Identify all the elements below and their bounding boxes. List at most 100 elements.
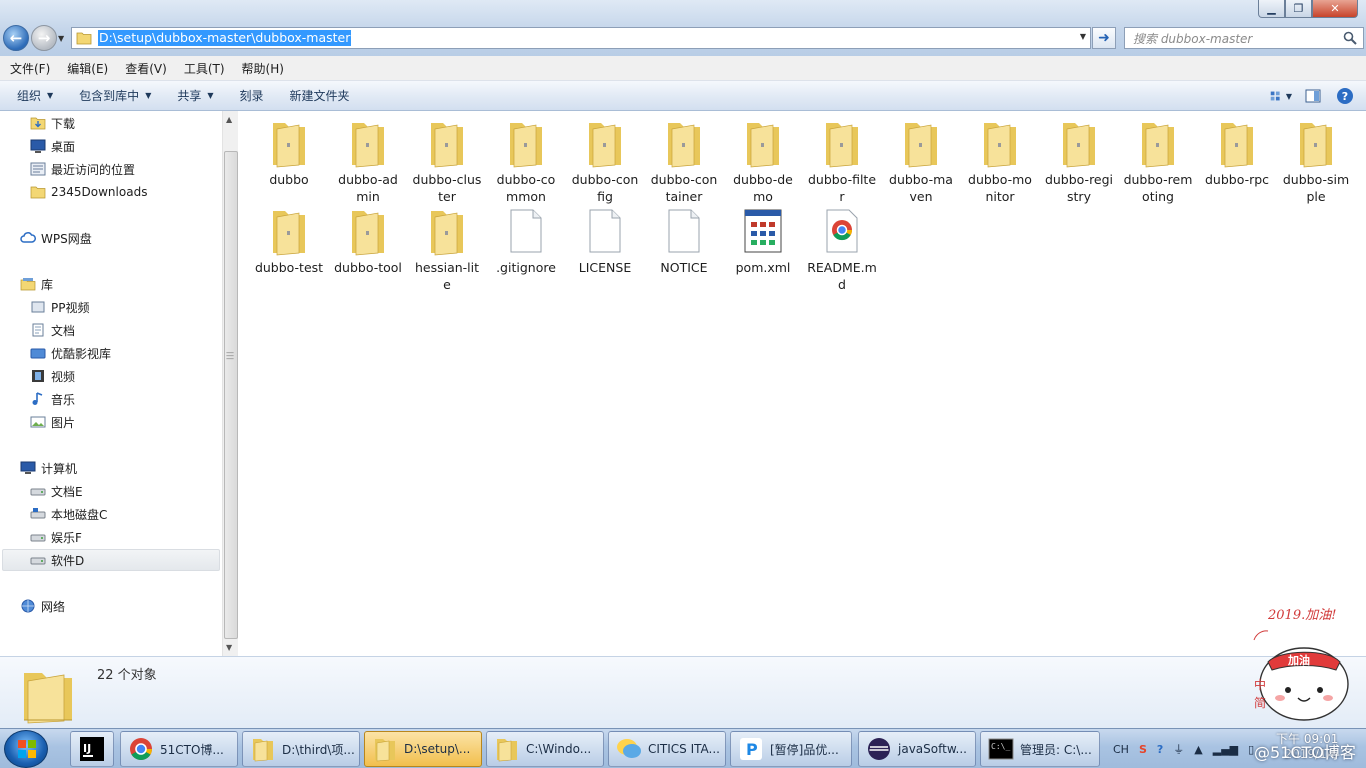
sogou-ime-icon[interactable]: S: [1139, 743, 1147, 756]
folder-item[interactable]: dubbo-simple: [1278, 115, 1354, 205]
folder-item[interactable]: dubbo-admin: [330, 115, 406, 205]
taskbar-button[interactable]: P [暂停]品优...: [730, 731, 852, 767]
menu-view[interactable]: 查看(V): [118, 60, 174, 77]
watermark-text: @51CTO博客: [1254, 743, 1356, 762]
nav-item-label: 桌面: [51, 139, 76, 154]
new-folder-button[interactable]: 新建文件夹: [281, 87, 359, 104]
menu-file[interactable]: 文件(F): [3, 60, 57, 77]
item-label: dubbo-monitor: [968, 172, 1032, 204]
file-item[interactable]: LICENSE: [567, 203, 643, 276]
folder-item[interactable]: dubbo-remoting: [1120, 115, 1196, 205]
minimize-button[interactable]: ▁: [1258, 0, 1285, 18]
organize-button[interactable]: 组织 ▼: [8, 87, 62, 104]
nav-item-2345downloads[interactable]: 2345Downloads: [30, 181, 147, 203]
start-button[interactable]: [4, 730, 48, 768]
folder-item[interactable]: hessian-lite: [409, 203, 485, 293]
menu-help[interactable]: 帮助(H): [235, 60, 291, 77]
folder-item[interactable]: dubbo-registry: [1041, 115, 1117, 205]
nav-item-drive-c[interactable]: 本地磁盘C: [30, 503, 107, 525]
folder-item[interactable]: dubbo-test: [251, 203, 327, 276]
scroll-down-icon[interactable]: ▼: [226, 643, 232, 652]
forward-button[interactable]: →: [31, 25, 57, 51]
folder-icon: [427, 115, 467, 171]
taskbar-button[interactable]: D:\setup\...: [364, 731, 482, 767]
nav-item-network[interactable]: 网络: [20, 595, 65, 617]
nav-item-pp-video[interactable]: PP视频: [30, 296, 89, 318]
taskbar-button[interactable]: CITICS ITA...: [608, 731, 726, 767]
item-label: dubbo-common: [496, 172, 556, 204]
nav-item-drive-e[interactable]: 文档E: [30, 480, 83, 502]
eclipse-icon: [866, 736, 892, 762]
folder-item[interactable]: dubbo-cluster: [409, 115, 485, 205]
nav-item-desktop[interactable]: 桌面: [30, 135, 75, 157]
taskbar-button[interactable]: D:\third\项...: [242, 731, 360, 767]
nav-item-recent-places[interactable]: 最近访问的位置: [30, 158, 135, 180]
address-bar[interactable]: D:\setup\dubbox-master\dubbox-master ▼: [71, 27, 1091, 49]
file-icon: [666, 203, 702, 259]
folder-item[interactable]: dubbo: [251, 115, 327, 188]
folder-item[interactable]: dubbo-monitor: [962, 115, 1038, 205]
search-input[interactable]: 搜索 dubbox-master: [1133, 30, 1252, 47]
close-button[interactable]: ✕: [1312, 0, 1358, 18]
file-item[interactable]: .gitignore: [488, 203, 564, 276]
change-view-button[interactable]: ▼: [1270, 85, 1292, 107]
search-icon[interactable]: [1343, 31, 1357, 45]
help-icon[interactable]: ?: [1157, 743, 1163, 756]
taskbar-button[interactable]: C:\Windo...: [486, 731, 604, 767]
back-button[interactable]: ←: [3, 25, 29, 51]
nav-item-library[interactable]: 库: [20, 273, 53, 295]
file-item[interactable]: pom.xml: [725, 203, 801, 276]
folder-item[interactable]: dubbo-maven: [883, 115, 959, 205]
intellij-icon: IJ: [80, 737, 104, 761]
include-in-library-label: 包含到库中: [79, 89, 140, 103]
go-button[interactable]: ➜: [1092, 27, 1116, 49]
nav-item-youku-library[interactable]: 优酷影视库: [30, 342, 111, 364]
chevron-down-icon: ▼: [145, 91, 152, 100]
folder-item[interactable]: dubbo-tool: [330, 203, 406, 276]
nav-item-computer[interactable]: 计算机: [20, 457, 77, 479]
nav-item-wps-cloud[interactable]: WPS网盘: [20, 227, 92, 249]
recent-pages-dropdown[interactable]: ▼: [58, 34, 64, 43]
item-label: dubbo-filter: [807, 172, 877, 204]
address-path[interactable]: D:\setup\dubbox-master\dubbox-master: [98, 30, 352, 46]
folder-item[interactable]: dubbo-rpc: [1199, 115, 1275, 188]
nav-item-downloads[interactable]: 下载: [30, 112, 75, 134]
share-button[interactable]: 共享 ▼: [168, 87, 222, 104]
preview-pane-button[interactable]: [1302, 85, 1324, 107]
taskbar-button[interactable]: C:\_ 管理员: C:\...: [980, 731, 1100, 767]
maximize-button[interactable]: ❐: [1285, 0, 1312, 18]
taskbar-button[interactable]: javaSoftw...: [858, 731, 976, 767]
folder-item[interactable]: dubbo-config: [567, 115, 643, 205]
nav-item-label: 音乐: [51, 392, 76, 407]
burn-button[interactable]: 刻录: [231, 87, 273, 104]
folder-item[interactable]: dubbo-common: [488, 115, 564, 205]
file-item[interactable]: NOTICE: [646, 203, 722, 276]
usb-icon[interactable]: ⏚: [1173, 741, 1184, 757]
scroll-thumb[interactable]: [224, 151, 238, 639]
file-item[interactable]: README.md: [804, 203, 880, 293]
nav-item-documents[interactable]: 文档: [30, 319, 75, 341]
navigation-scrollbar[interactable]: ▲ — — — ▼: [222, 111, 238, 656]
intellij-taskbar-button[interactable]: IJ: [70, 731, 114, 767]
help-button[interactable]: ?: [1334, 85, 1356, 107]
tray-expand-icon[interactable]: ▲: [1194, 743, 1202, 756]
folder-item[interactable]: dubbo-demo: [725, 115, 801, 205]
folder-item[interactable]: dubbo-container: [646, 115, 722, 205]
include-in-library-button[interactable]: 包含到库中 ▼: [70, 87, 160, 104]
address-dropdown-icon[interactable]: ▼: [1080, 32, 1086, 41]
nav-item-pictures[interactable]: 图片: [30, 411, 75, 433]
folder-item[interactable]: dubbo-filter: [804, 115, 880, 205]
input-language[interactable]: CH: [1113, 743, 1129, 756]
menu-tools[interactable]: 工具(T): [177, 60, 232, 77]
taskbar-button[interactable]: 51CTO博...: [120, 731, 238, 767]
menu-edit[interactable]: 编辑(E): [60, 60, 115, 77]
desktop-icon: [30, 138, 46, 154]
signal-icon[interactable]: ▂▄▆: [1213, 743, 1238, 756]
nav-item-drive-f[interactable]: 娱乐F: [30, 526, 82, 548]
nav-item-videos[interactable]: 视频: [30, 365, 75, 387]
scroll-up-icon[interactable]: ▲: [226, 115, 232, 124]
search-box[interactable]: 搜索 dubbox-master: [1124, 27, 1364, 49]
nav-item-music[interactable]: 音乐: [30, 388, 75, 410]
folder-icon: [269, 115, 309, 171]
nav-item-drive-d[interactable]: 软件D: [2, 549, 220, 571]
